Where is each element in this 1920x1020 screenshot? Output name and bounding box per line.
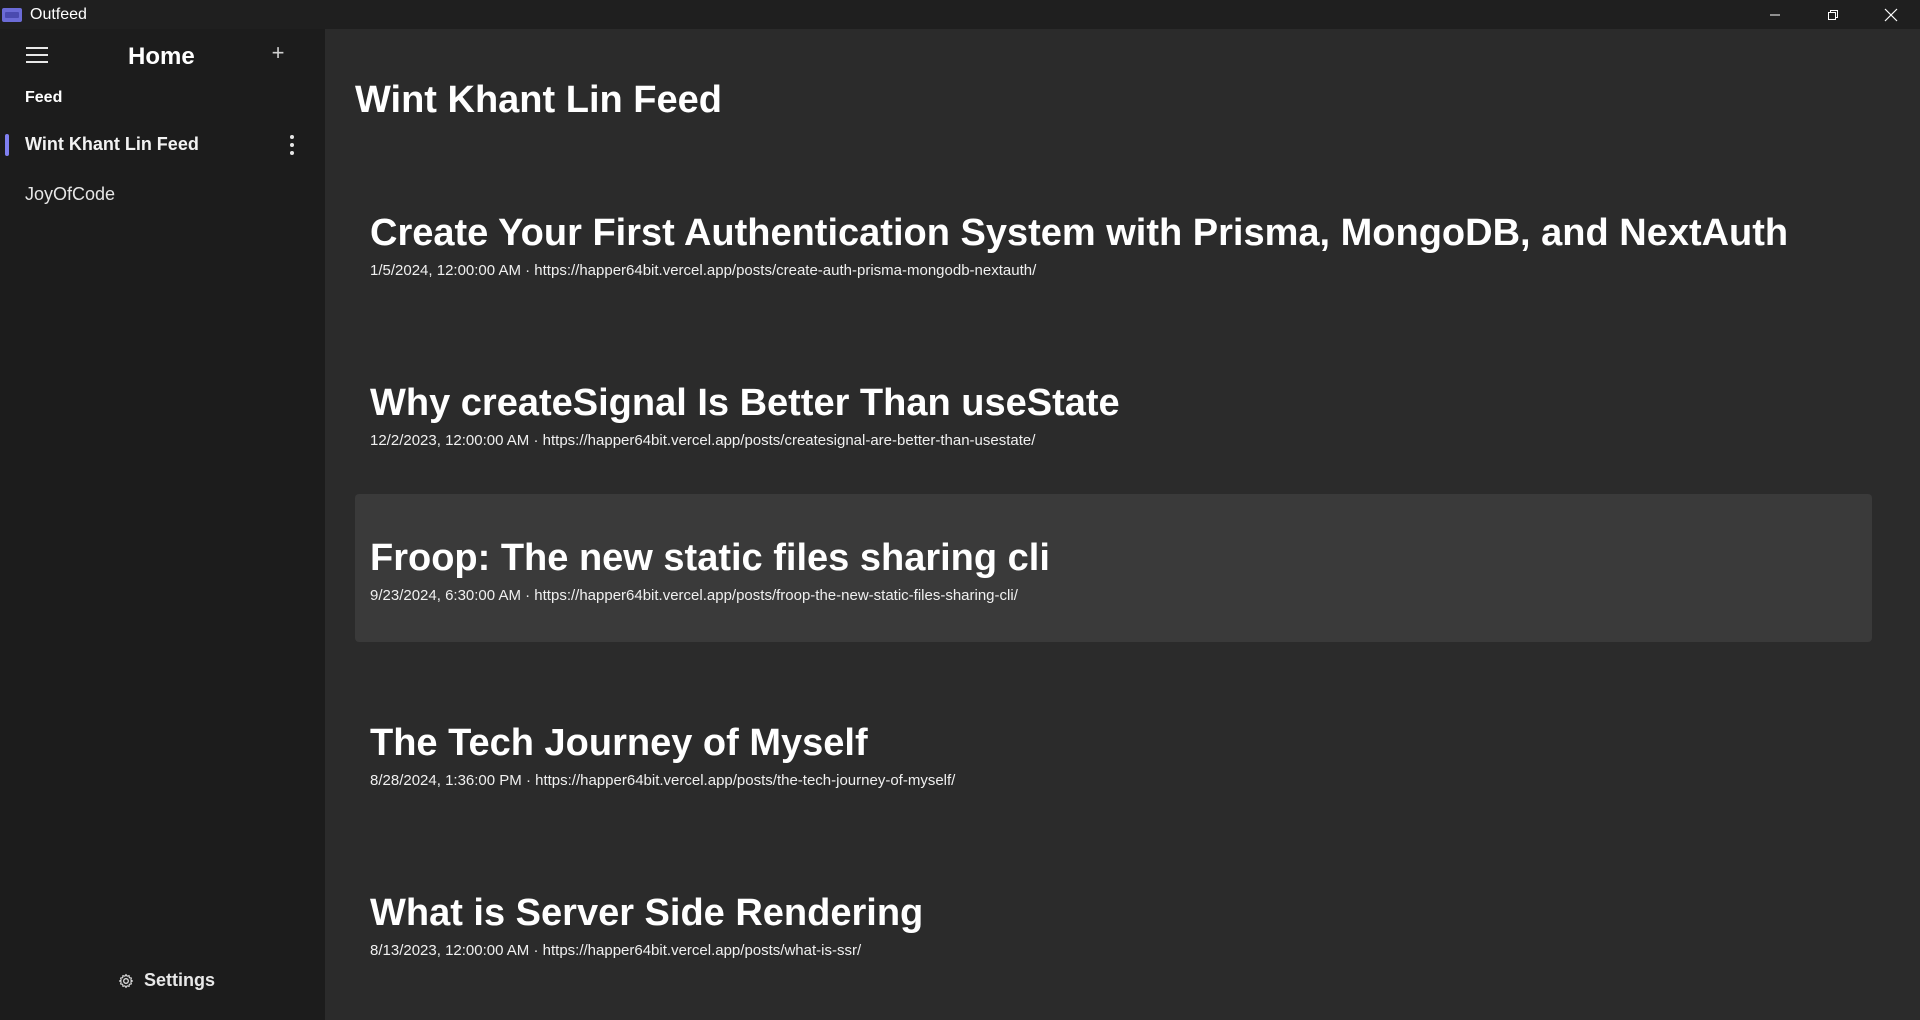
close-icon	[1884, 8, 1898, 21]
plus-icon: +	[271, 40, 285, 65]
post-url: https://happer64bit.vercel.app/posts/cre…	[542, 432, 1036, 449]
post-date: 8/28/2024, 1:36:00 PM	[370, 772, 522, 789]
sidebar-item-label: JoyOfCode	[25, 183, 116, 204]
active-indicator	[5, 134, 9, 156]
minimize-button[interactable]	[1746, 0, 1804, 29]
sidebar-title: Home	[128, 43, 195, 70]
main-content: Wint Khant Lin Feed Create Your First Au…	[325, 29, 1920, 1020]
restore-icon	[1828, 9, 1838, 20]
feed-section-label: Feed	[25, 89, 63, 106]
post-meta: 9/23/2024, 6:30:00 AM · https://happer64…	[370, 587, 1018, 604]
post-title: What is Server Side Rendering	[370, 892, 924, 934]
sidebar-header: Home +	[0, 29, 325, 81]
minimize-icon	[1770, 14, 1780, 15]
post-meta: 1/5/2024, 12:00:00 AM · https://happer64…	[370, 262, 1036, 279]
post-url: https://happer64bit.vercel.app/posts/wha…	[542, 942, 862, 959]
close-button[interactable]	[1862, 0, 1920, 29]
kebab-icon	[290, 135, 294, 139]
hamburger-icon-line	[26, 54, 48, 56]
settings-button[interactable]: Settings	[118, 970, 215, 991]
restore-button[interactable]	[1804, 0, 1862, 29]
meta-separator: ·	[529, 942, 543, 959]
hamburger-icon-line	[26, 61, 48, 63]
post-date: 12/2/2023, 12:00:00 AM	[370, 432, 530, 449]
sidebar: Home + Feed Wint Khant Lin Feed JoyOfCod…	[0, 29, 325, 1020]
post-url: https://happer64bit.vercel.app/posts/the…	[535, 772, 956, 789]
post-date: 1/5/2024, 12:00:00 AM	[370, 262, 521, 279]
gear-icon	[118, 973, 134, 988]
post-title: Froop: The new static files sharing cli	[370, 537, 1050, 579]
page-title: Wint Khant Lin Feed	[355, 79, 722, 121]
post-meta: 12/2/2023, 12:00:00 AM · https://happer6…	[370, 432, 1035, 449]
app-logo-icon	[2, 7, 22, 22]
post-date: 9/23/2024, 6:30:00 AM	[370, 587, 521, 604]
post-date: 8/13/2023, 12:00:00 AM	[370, 942, 530, 959]
post-item-hovered[interactable]: Froop: The new static files sharing cli …	[355, 494, 1872, 642]
settings-label: Settings	[144, 970, 216, 990]
post-title: The Tech Journey of Myself	[370, 722, 868, 764]
post-meta: 8/28/2024, 1:36:00 PM · https://happer64…	[370, 772, 955, 789]
meta-separator: ·	[520, 262, 535, 279]
kebab-icon-dot	[290, 151, 294, 155]
title-bar: Outfeed	[0, 0, 1920, 29]
more-options-button[interactable]	[286, 135, 298, 155]
meta-separator: ·	[520, 587, 535, 604]
post-item[interactable]: What is Server Side Rendering 8/13/2023,…	[355, 849, 1872, 997]
menu-toggle-button[interactable]	[26, 47, 48, 63]
window-controls	[1746, 0, 1920, 29]
meta-separator: ·	[529, 432, 543, 449]
post-url: https://happer64bit.vercel.app/posts/cre…	[534, 262, 1037, 279]
post-item[interactable]: Create Your First Authentication System …	[355, 169, 1872, 317]
sidebar-item-joyofcode[interactable]: JoyOfCode	[0, 173, 325, 215]
kebab-icon-dot	[290, 143, 294, 147]
meta-separator: ·	[521, 772, 536, 789]
post-meta: 8/13/2023, 12:00:00 AM · https://happer6…	[370, 942, 861, 959]
add-feed-button[interactable]: +	[269, 42, 287, 64]
post-title: Create Your First Authentication System …	[370, 212, 1789, 254]
sidebar-item-label: Wint Khant Lin Feed	[25, 133, 199, 154]
post-item[interactable]: The Tech Journey of Myself 8/28/2024, 1:…	[355, 679, 1872, 827]
post-title: Why createSignal Is Better Than useState	[370, 382, 1120, 424]
post-url: https://happer64bit.vercel.app/posts/fro…	[534, 587, 1018, 604]
window-title: Outfeed	[30, 5, 87, 23]
sidebar-item-wint-khant-lin-feed[interactable]: Wint Khant Lin Feed	[0, 123, 325, 165]
hamburger-icon	[26, 47, 48, 49]
post-item[interactable]: Why createSignal Is Better Than useState…	[355, 339, 1872, 487]
